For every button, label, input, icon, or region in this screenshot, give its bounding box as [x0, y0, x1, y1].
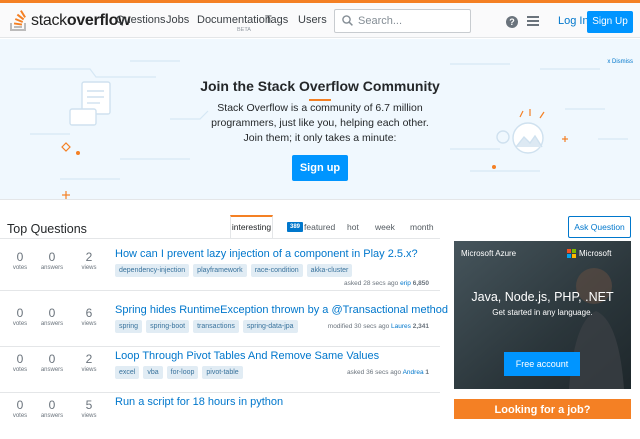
tag[interactable]: transactions — [193, 320, 239, 333]
banner-description: Stack Overflow is a community of 6.7 mil… — [205, 101, 435, 146]
question-title-link[interactable]: Spring hides RuntimeException thrown by … — [115, 304, 448, 316]
search-box[interactable] — [334, 9, 471, 33]
stack-icon — [10, 10, 26, 31]
views-count: 5 views — [81, 398, 97, 420]
dismiss-banner-link[interactable]: x Dismiss — [607, 59, 633, 65]
tab-week[interactable]: week — [375, 222, 395, 232]
ad-company-label: Microsoft — [579, 249, 612, 258]
answers-count: 0 answers — [40, 352, 64, 374]
views-count: 2 views — [81, 352, 97, 374]
banner-line-3: Join them; it only takes a minute: — [243, 132, 397, 144]
jobs-banner-text: Looking for a job? — [494, 404, 591, 416]
stackoverflow-logo[interactable]: stackoverflow — [10, 9, 131, 33]
question-meta: modified 30 secs ago Laures 2,341 — [327, 323, 429, 330]
banner-title: Join the Stack Overflow Community — [200, 78, 440, 94]
documentation-beta-badge: BETA — [237, 27, 251, 33]
top-questions-heading: Top Questions — [7, 222, 87, 236]
tab-featured[interactable]: featured — [304, 222, 335, 232]
tag[interactable]: race-condition — [250, 264, 303, 277]
signup-button-header[interactable]: Sign Up — [587, 11, 633, 33]
answers-count: 0 answers — [40, 250, 64, 272]
ad-free-account-button[interactable]: Free account — [504, 352, 580, 376]
ask-question-button[interactable]: Ask Question — [568, 216, 631, 238]
votes-count: 0 votes — [12, 306, 28, 328]
user-link[interactable]: erip — [400, 280, 411, 287]
search-icon — [342, 15, 353, 26]
banner-line-2: programmers, just like you, helping each… — [211, 117, 429, 129]
question-tags: excel vba for-loop pivot-table — [115, 366, 243, 379]
question-tags: spring spring-boot transactions spring-d… — [115, 320, 298, 333]
answers-count: 0 answers — [40, 306, 64, 328]
tab-interesting[interactable]: interesting — [230, 215, 273, 238]
nav-jobs[interactable]: Jobs — [166, 14, 189, 26]
views-count: 2 views — [81, 250, 97, 272]
tag[interactable]: akka-cluster — [306, 264, 353, 277]
user-link[interactable]: Laures — [391, 323, 411, 330]
votes-count: 0 votes — [12, 352, 28, 374]
question-meta: asked 36 secs ago Andrea 1 — [346, 369, 429, 376]
nav-questions[interactable]: Questions — [116, 14, 166, 26]
question-title-link[interactable]: How can I prevent lazy injection of a co… — [115, 248, 418, 260]
help-icon[interactable]: ? — [506, 16, 518, 28]
question-meta: asked 28 secs ago erip 6,850 — [344, 280, 429, 287]
tabs-divider — [0, 238, 440, 239]
tag[interactable]: dependency-injection — [115, 264, 190, 277]
votes-count: 0 votes — [12, 398, 28, 420]
banner-line-1: Stack Overflow is a community of 6.7 mil… — [217, 102, 423, 114]
banner-signup-button[interactable]: Sign up — [292, 155, 348, 181]
tag[interactable]: vba — [143, 366, 163, 379]
tag[interactable]: pivot-table — [202, 366, 243, 379]
nav-documentation[interactable]: Documentation — [197, 14, 271, 26]
votes-count: 0 votes — [12, 250, 28, 272]
top-bar: stackoverflow Questions Jobs Documentati… — [0, 0, 640, 38]
azure-ad[interactable]: Microsoft Azure Microsoft Java, Node.js,… — [454, 241, 631, 389]
question-tags: dependency-injection playframework race-… — [115, 264, 353, 277]
user-link[interactable]: Andrea — [403, 369, 424, 376]
tab-hot[interactable]: hot — [347, 222, 359, 232]
question-row: 0 votes 0 answers 6 views Spring hides Runt… — [0, 296, 448, 347]
answers-count: 0 answers — [40, 398, 64, 420]
nav-users[interactable]: Users — [298, 14, 327, 26]
login-link[interactable]: Log In — [558, 15, 589, 27]
question-title-link[interactable]: Run a script for 18 hours in python — [115, 396, 283, 408]
jobs-banner[interactable]: Looking for a job? — [454, 399, 631, 419]
tag[interactable]: spring-boot — [146, 320, 190, 333]
views-count: 6 views — [81, 306, 97, 328]
ad-brand-label: Microsoft Azure — [461, 249, 517, 258]
microsoft-logo-icon — [567, 249, 576, 258]
tag[interactable]: for-loop — [166, 366, 199, 379]
tag[interactable]: spring — [115, 320, 143, 333]
search-input[interactable] — [358, 13, 466, 29]
tag[interactable]: spring-data-jpa — [242, 320, 298, 333]
tag[interactable]: playframework — [193, 264, 247, 277]
hamburger-menu-icon[interactable] — [527, 16, 539, 27]
question-row: 0 votes 0 answers 2 views How can I prevent… — [0, 240, 440, 291]
ad-headline: Java, Node.js, PHP, .NET — [471, 290, 614, 304]
ad-subline: Get started in any language. — [492, 308, 593, 317]
question-title-link[interactable]: Loop Through Pivot Tables And Remove Sam… — [115, 350, 379, 362]
logo-light-text: stack — [31, 12, 67, 29]
featured-count-badge[interactable]: 389 — [287, 222, 304, 232]
tag[interactable]: excel — [115, 366, 140, 379]
question-row: 0 votes 0 answers 2 views Loop Through Pivo… — [0, 342, 440, 393]
tab-month[interactable]: month — [410, 222, 434, 232]
nav-tags[interactable]: Tags — [265, 14, 288, 26]
question-row: 0 votes 0 answers 5 views Run a script for … — [0, 388, 440, 439]
